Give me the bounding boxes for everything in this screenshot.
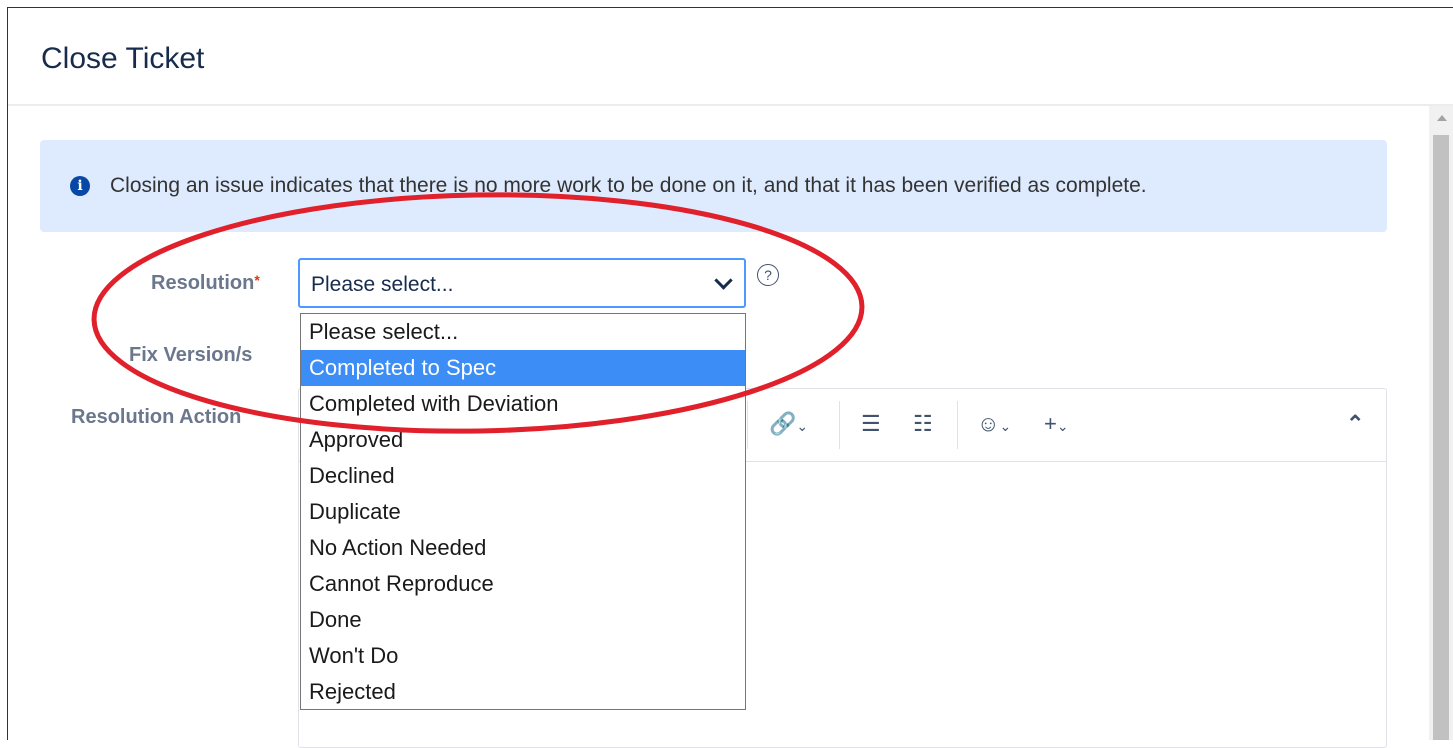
resolution-label: Resolution* xyxy=(151,272,260,295)
toolbar-separator xyxy=(839,401,840,449)
toolbar-separator xyxy=(957,401,958,449)
resolution-option[interactable]: Duplicate xyxy=(301,494,745,530)
resolution-option[interactable]: Completed to Spec xyxy=(301,350,745,386)
link-icon[interactable]: 🔗⌄ xyxy=(769,411,808,437)
dialog-title: Close Ticket xyxy=(41,42,205,75)
resolution-select-value: Please select... xyxy=(311,273,454,296)
resolution-option[interactable]: Approved xyxy=(301,422,745,458)
resolution-label-text: Resolution xyxy=(151,272,255,294)
info-text: Closing an issue indicates that there is… xyxy=(110,174,1147,197)
toolbar-separator xyxy=(747,401,748,449)
plus-icon[interactable]: +⌄ xyxy=(1044,411,1069,437)
resolution-option[interactable]: Rejected xyxy=(301,674,745,710)
resolution-option[interactable]: Completed with Deviation xyxy=(301,386,745,422)
chevron-down-icon xyxy=(714,271,733,290)
resolution-option[interactable]: No Action Needed xyxy=(301,530,745,566)
bullet-list-icon[interactable]: ☰ xyxy=(861,411,881,437)
resolution-option[interactable]: Cannot Reproduce xyxy=(301,566,745,602)
dialog: Close Ticket i Closing an issue indicate… xyxy=(7,7,1453,748)
resolution-dropdown-list[interactable]: Please select... Completed to Spec Compl… xyxy=(300,313,746,710)
scrollbar-thumb[interactable] xyxy=(1433,135,1449,740)
resolution-option[interactable]: Declined xyxy=(301,458,745,494)
collapse-icon[interactable]: ⌃ xyxy=(1346,411,1364,437)
fix-version-label: Fix Version/s xyxy=(129,344,253,366)
emoji-icon[interactable]: ☺⌄ xyxy=(977,411,1011,437)
numbered-list-icon[interactable]: ☷ xyxy=(913,411,933,437)
info-icon: i xyxy=(70,176,90,196)
resolution-action-label: Resolution Action xyxy=(71,406,242,428)
scroll-up-arrow-icon[interactable] xyxy=(1437,115,1447,121)
help-icon[interactable]: ? xyxy=(757,264,779,286)
resolution-option[interactable]: Won't Do xyxy=(301,638,745,674)
resolution-option[interactable]: Done xyxy=(301,602,745,638)
dialog-header: Close Ticket xyxy=(8,8,1453,106)
required-marker: * xyxy=(254,272,260,288)
info-message: i Closing an issue indicates that there … xyxy=(40,140,1387,232)
resolution-option[interactable]: Please select... xyxy=(301,314,745,350)
resolution-select[interactable]: Please select... xyxy=(298,258,746,308)
